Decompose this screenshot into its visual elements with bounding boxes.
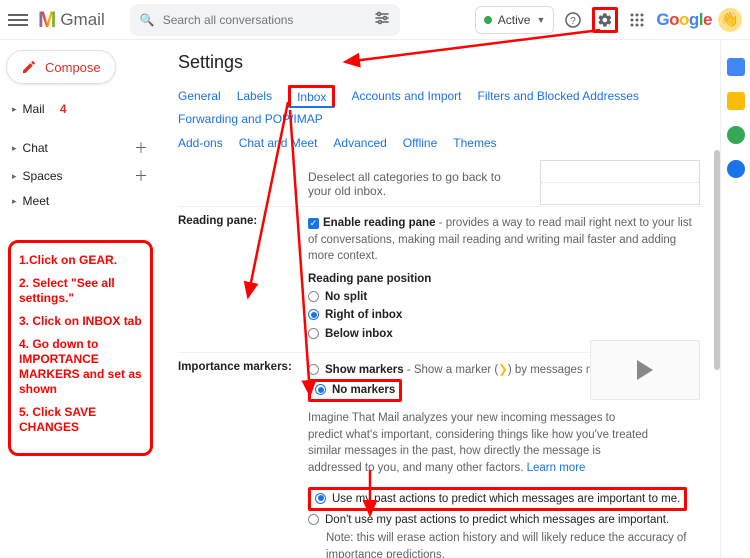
radio-no-split[interactable]: No split — [308, 288, 702, 307]
radio-use-past-actions[interactable]: Use my past actions to predict which mes… — [308, 487, 687, 512]
deselect-note: Deselect all categories to go back to yo… — [308, 170, 508, 198]
search-options-icon[interactable] — [374, 11, 390, 28]
tutorial-step-2: 2. Select "See all settings." — [19, 276, 142, 306]
mail-count-badge: 4 — [60, 102, 67, 116]
tab-general[interactable]: General — [178, 85, 221, 108]
contacts-icon[interactable] — [727, 160, 745, 178]
mail-label: Mail — [23, 102, 45, 116]
plus-icon[interactable]: ＋ — [134, 138, 148, 158]
tutorial-step-3: 3. Click on INBOX tab — [19, 314, 142, 329]
tutorial-step-4: 4. Go down to IMPORTANCE MARKERS and set… — [19, 337, 142, 397]
page-title: Settings — [178, 52, 702, 73]
tab-offline[interactable]: Offline — [403, 136, 437, 150]
checkbox-icon[interactable]: ✓ — [308, 218, 319, 229]
keep-icon[interactable] — [727, 92, 745, 110]
sidebar-item-spaces[interactable]: ▸ Spaces ＋ — [6, 162, 154, 190]
chevron-right-icon: ▸ — [12, 171, 17, 182]
tab-inbox[interactable]: Inbox — [288, 85, 335, 108]
tasks-icon[interactable] — [727, 126, 745, 144]
google-logo[interactable]: Google — [656, 10, 712, 30]
status-pill[interactable]: Active ▼ — [475, 6, 555, 34]
settings-tabs: General Labels Inbox Accounts and Import… — [178, 85, 702, 130]
radio-right-inbox[interactable]: Right of inbox — [308, 306, 702, 325]
status-label: Active — [498, 13, 531, 27]
tab-labels[interactable]: Labels — [237, 85, 272, 108]
menu-icon[interactable] — [8, 10, 28, 30]
play-icon — [637, 360, 653, 380]
chevron-right-icon: ▸ — [12, 143, 17, 154]
tab-themes[interactable]: Themes — [453, 136, 496, 150]
importance-markers-label: Importance markers: — [178, 361, 308, 558]
learn-more-link[interactable]: Learn more — [527, 462, 586, 474]
left-sidebar: Compose ▸Mail 4 ▸Chat ＋ ▸Spaces ＋ ▸Meet … — [0, 40, 160, 558]
svg-text:?: ? — [571, 16, 577, 27]
tab-advanced[interactable]: Advanced — [333, 136, 386, 150]
sidebar-item-meet[interactable]: ▸ Meet — [6, 190, 154, 212]
plus-icon[interactable]: ＋ — [134, 166, 148, 186]
importance-marker-icon: ❯ — [498, 364, 508, 376]
scrollbar-thumb[interactable] — [714, 150, 720, 370]
tab-forwarding[interactable]: Forwarding and POP/IMAP — [178, 108, 323, 130]
radio-dont-use-past[interactable]: Don't use my past actions to predict whi… — [308, 511, 702, 530]
tab-addons[interactable]: Add-ons — [178, 136, 223, 150]
importance-desc: Imagine That Mail analyzes your new inco… — [308, 412, 648, 474]
account-avatar[interactable]: 👋 — [718, 8, 742, 32]
gmail-label: Gmail — [60, 10, 104, 30]
tab-chatmeet[interactable]: Chat and Meet — [239, 136, 318, 150]
chevron-right-icon: ▸ — [12, 104, 17, 115]
calendar-icon[interactable] — [727, 58, 745, 76]
tutorial-step-1: 1.Click on GEAR. — [19, 253, 142, 268]
predict-note: Note: this will erase action history and… — [308, 530, 702, 558]
chat-label: Chat — [23, 141, 48, 155]
pencil-icon — [21, 59, 37, 75]
radio-no-markers[interactable]: No markers — [308, 379, 402, 402]
tab-accounts[interactable]: Accounts and Import — [351, 85, 461, 108]
sidebar-item-chat[interactable]: ▸ Chat ＋ — [6, 134, 154, 162]
enable-reading-pane: Enable reading pane — [323, 217, 435, 229]
meet-label: Meet — [23, 194, 50, 208]
video-thumbnail[interactable] — [590, 340, 700, 400]
categories-placeholder — [540, 160, 700, 205]
apps-grid-icon[interactable] — [624, 7, 650, 33]
side-panel — [720, 40, 750, 558]
search-icon: 🔍 — [140, 13, 155, 27]
app-header: M Gmail 🔍 Active ▼ ? Google 👋 — [0, 0, 750, 40]
reading-pane-label: Reading pane: — [178, 215, 308, 344]
settings-main: Settings General Labels Inbox Accounts a… — [160, 40, 720, 558]
sidebar-item-mail[interactable]: ▸ Mail 4 — [6, 98, 154, 120]
status-dot-icon — [484, 16, 492, 24]
chevron-right-icon: ▸ — [12, 196, 17, 207]
tutorial-overlay: 1.Click on GEAR. 2. Select "See all sett… — [8, 240, 153, 456]
search-input[interactable] — [163, 13, 366, 27]
compose-button[interactable]: Compose — [6, 50, 116, 84]
chevron-down-icon: ▼ — [536, 15, 545, 25]
gmail-logo[interactable]: M Gmail — [38, 7, 105, 33]
gmail-m-icon: M — [38, 7, 56, 33]
search-bar[interactable]: 🔍 — [130, 4, 400, 36]
tab-filters[interactable]: Filters and Blocked Addresses — [478, 85, 639, 108]
compose-label: Compose — [45, 60, 101, 75]
spaces-label: Spaces — [23, 169, 63, 183]
tutorial-step-5: 5. Click SAVE CHANGES — [19, 405, 142, 435]
reading-pane-position-title: Reading pane position — [308, 271, 702, 288]
settings-gear-icon[interactable] — [592, 7, 618, 33]
help-icon[interactable]: ? — [560, 7, 586, 33]
